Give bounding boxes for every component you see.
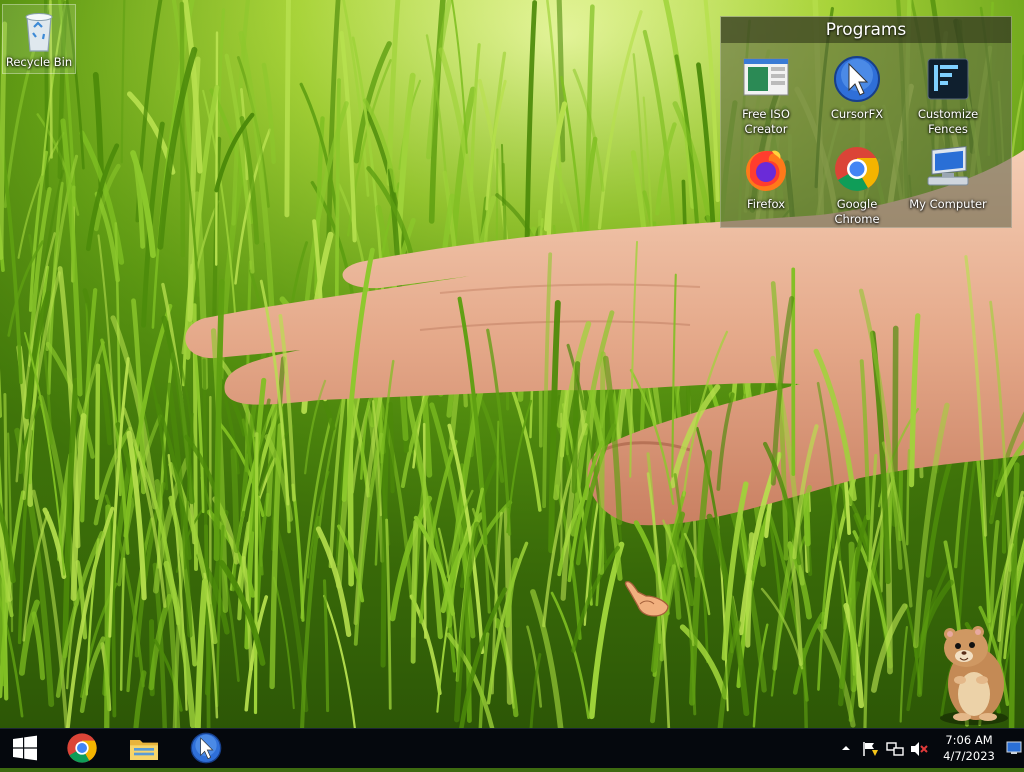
fence-item-my-computer[interactable]: My Computer: [903, 145, 993, 212]
taskbar: 7:06 AM 4/7/2023: [0, 728, 1024, 768]
show-desktop-icon[interactable]: [1006, 741, 1022, 755]
iso-creator-icon: [743, 58, 789, 96]
taskbar-cursorfx-button[interactable]: [178, 729, 234, 768]
clock-time: 7:06 AM: [945, 733, 993, 747]
desktop-icon-recycle-bin[interactable]: Recycle Bin: [2, 4, 76, 74]
hand-cursor-icon: [624, 580, 669, 617]
hamster-mascot-icon[interactable]: [926, 622, 1012, 726]
firefox-icon: [746, 150, 786, 191]
cursorfx-icon: [834, 56, 880, 102]
taskbar-chrome-button[interactable]: [54, 729, 110, 768]
computer-icon: [927, 146, 969, 186]
fence-item-label: Creator: [744, 122, 788, 136]
chrome-icon: [835, 147, 879, 191]
windows-logo-icon: [13, 735, 37, 761]
file-explorer-icon: [130, 740, 158, 760]
fence-item-label: Customize: [917, 107, 979, 121]
fence-item-label: Firefox: [746, 197, 786, 211]
recycle-bin-icon: [25, 13, 53, 52]
programs-fence[interactable]: Programs Free ISO Creator CursorFX Custo…: [720, 16, 1012, 228]
recycle-bin-label: Recycle Bin: [5, 55, 73, 69]
taskbar-clock[interactable]: 7:06 AM 4/7/2023: [934, 732, 1004, 764]
fence-item-customize-fences[interactable]: Customize Fences: [903, 55, 993, 137]
fence-item-label: CursorFX: [830, 107, 884, 121]
fence-item-label: My Computer: [909, 197, 987, 211]
fence-item-label: Google: [836, 197, 878, 211]
action-center-flag-icon[interactable]: [862, 741, 880, 757]
fence-item-label: Free ISO: [742, 107, 790, 121]
cursorfx-icon: [190, 732, 222, 764]
fence-item-label: Fences: [928, 122, 968, 136]
start-button[interactable]: [0, 729, 50, 768]
fence-item-firefox[interactable]: Firefox: [721, 145, 811, 212]
chrome-icon: [67, 733, 97, 763]
fence-title: Programs: [721, 17, 1011, 43]
fences-icon: [927, 58, 969, 100]
fence-item-label: Chrome: [834, 212, 880, 226]
network-icon[interactable]: [886, 741, 904, 757]
fence-item-free-iso-creator[interactable]: Free ISO Creator: [721, 55, 811, 137]
fence-item-cursorfx[interactable]: CursorFX: [812, 55, 902, 122]
clock-date: 4/7/2023: [943, 749, 995, 763]
volume-muted-icon[interactable]: [910, 741, 928, 757]
show-hidden-icons-chevron[interactable]: [840, 741, 852, 755]
fence-item-google-chrome[interactable]: Google Chrome: [812, 145, 902, 227]
taskbar-file-explorer-button[interactable]: [116, 729, 172, 768]
